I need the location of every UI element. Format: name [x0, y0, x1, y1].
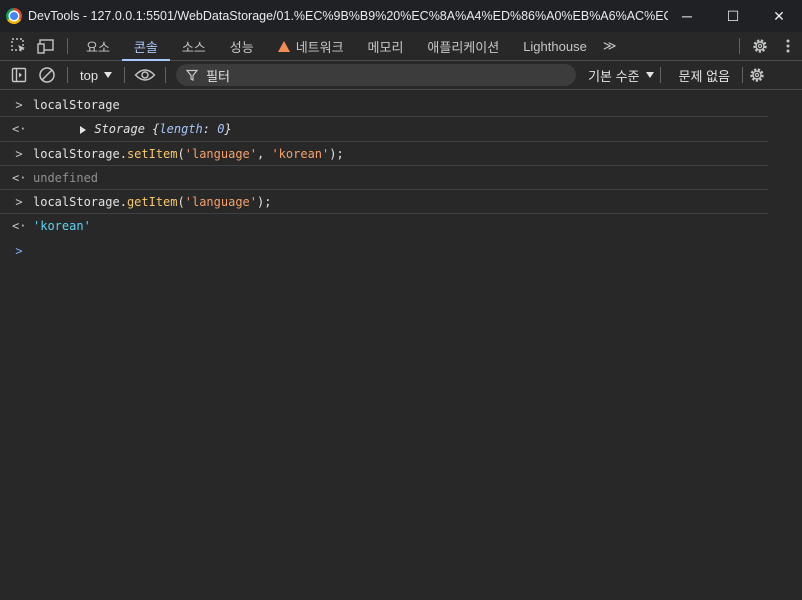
code-string: 'language' — [184, 194, 257, 209]
filter-placeholder: 필터 — [206, 68, 230, 84]
console-output[interactable]: > localStorage <· Storage {length: 0} > … — [0, 90, 802, 600]
tab-memory[interactable]: 메모리 — [356, 32, 416, 60]
tab-elements[interactable]: 요소 — [74, 32, 122, 60]
input-chevron-icon: > — [15, 194, 23, 209]
clear-console-icon[interactable] — [33, 61, 61, 89]
console-input-row: > localStorage.getItem('language'); — [0, 190, 768, 214]
context-selector[interactable]: top — [74, 64, 118, 86]
dropdown-arrow-icon — [104, 72, 113, 78]
toolbar-divider — [659, 67, 661, 83]
output-return-icon: <· — [12, 218, 27, 233]
brace: { — [144, 122, 160, 136]
code-dot: . — [119, 194, 127, 209]
dropdown-arrow-icon — [645, 72, 654, 78]
tab-console[interactable]: 콘솔 — [121, 32, 170, 61]
toolbar-divider — [67, 67, 68, 83]
live-expression-eye-icon[interactable] — [131, 61, 159, 89]
minimize-button[interactable]: ─ — [664, 0, 710, 32]
filter-funnel-icon — [186, 69, 199, 81]
window-title: DevTools - 127.0.0.1:5501/WebDataStorage… — [28, 9, 668, 23]
prompt-chevron-icon: > — [15, 243, 23, 258]
brace: } — [224, 122, 232, 136]
log-levels-dropdown[interactable]: 기본 수준 — [588, 66, 654, 85]
code-identifier: localStorage — [33, 194, 120, 209]
more-tabs-icon: ≫ — [602, 38, 617, 53]
console-settings-gear-icon[interactable] — [743, 61, 771, 89]
toolbar-divider — [165, 67, 167, 83]
code-string: 'language' — [184, 146, 257, 161]
console-prompt-row[interactable]: > — [0, 239, 802, 262]
tab-lighthouse[interactable]: Lighthouse — [511, 32, 599, 60]
console-output-row: <· undefined — [0, 166, 768, 190]
warning-icon — [277, 40, 290, 52]
console-output-row: <· Storage {length: 0} — [0, 117, 768, 142]
object-key: length — [159, 122, 203, 136]
console-input-row: > localStorage.setItem('language', 'kore… — [0, 142, 768, 166]
tab-performance[interactable]: 성능 — [218, 32, 266, 60]
sidebar-toggle-icon[interactable] — [5, 61, 33, 89]
input-chevron-icon: > — [15, 146, 23, 161]
toolbar-divider — [67, 38, 68, 54]
kebab-menu-icon[interactable] — [774, 32, 802, 60]
chrome-logo-icon — [6, 8, 22, 24]
maximize-button[interactable]: ☐ — [710, 0, 756, 32]
device-toolbar-icon[interactable] — [33, 32, 61, 60]
settings-gear-icon[interactable] — [746, 32, 774, 60]
filter-input[interactable]: 필터 — [176, 64, 577, 86]
result-string: 'korean' — [33, 218, 91, 233]
colon: : — [202, 122, 218, 136]
more-tabs-button[interactable]: ≫ — [599, 32, 621, 60]
input-chevron-icon: > — [15, 97, 23, 112]
output-return-icon: <· — [12, 170, 27, 185]
code-paren: ( — [177, 194, 185, 209]
result-undefined: undefined — [33, 170, 99, 185]
code-paren: ( — [177, 146, 185, 161]
code-paren: ); — [329, 146, 344, 161]
tab-network[interactable]: 네트워크 — [266, 32, 356, 60]
code-string: 'korean' — [271, 146, 330, 161]
expand-triangle-icon[interactable] — [80, 125, 87, 134]
console-output-row: <· 'korean' — [0, 214, 802, 237]
toolbar-divider — [124, 67, 126, 83]
title-bar: DevTools - 127.0.0.1:5501/WebDataStorage… — [0, 0, 802, 32]
tab-application[interactable]: 애플리케이션 — [415, 32, 511, 60]
toolbar-divider — [739, 38, 740, 54]
code-identifier: localStorage — [33, 146, 120, 161]
code-comma: , — [257, 146, 272, 161]
object-type[interactable]: Storage — [94, 122, 145, 136]
code-dot: . — [119, 146, 127, 161]
issues-counter[interactable]: 문제 없음 — [667, 66, 742, 85]
tab-sources[interactable]: 소스 — [170, 32, 218, 60]
devtools-tab-bar: 요소 콘솔 소스 성능 네트워크 메모리 애플리케이션 Lighthouse ≫ — [0, 32, 802, 61]
code-paren: ); — [257, 194, 272, 209]
code-method: getItem — [126, 194, 178, 209]
inspect-element-icon[interactable] — [5, 32, 33, 60]
code-method: setItem — [126, 146, 178, 161]
console-toolbar: top 필터 기본 수준 문제 없음 — [0, 61, 802, 90]
output-return-icon: <· — [12, 122, 27, 136]
close-button[interactable]: ✕ — [756, 0, 802, 32]
